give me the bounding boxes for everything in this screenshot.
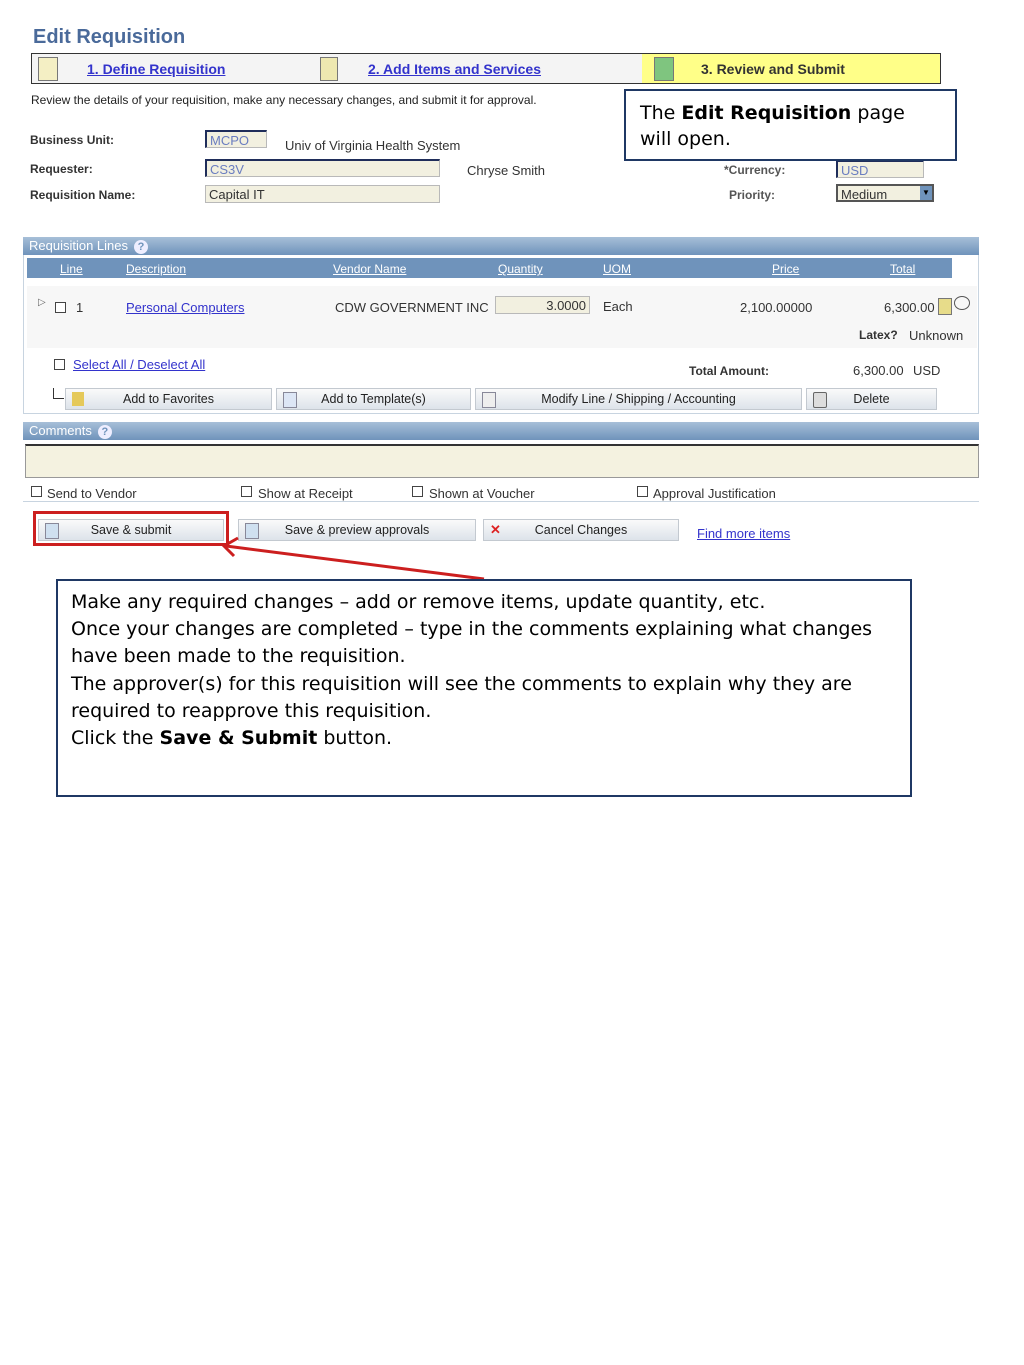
callout-text: Click the [71,727,160,750]
page: Edit Requisition 1. Define Requisition 2… [0,0,1024,1365]
callout-line: Click the Save & Submit button. [71,725,897,752]
callout-line: Make any required changes – add or remov… [71,591,766,613]
callout-line: Once your changes are completed – type i… [71,618,873,668]
arrow-annotation [221,536,485,581]
callout-instructions: Make any required changes – add or remov… [56,579,912,797]
callout-line: The approver(s) for this requisition wil… [71,672,852,722]
callout-bold: Save & Submit [159,727,318,750]
callout-text: button. [317,727,393,750]
